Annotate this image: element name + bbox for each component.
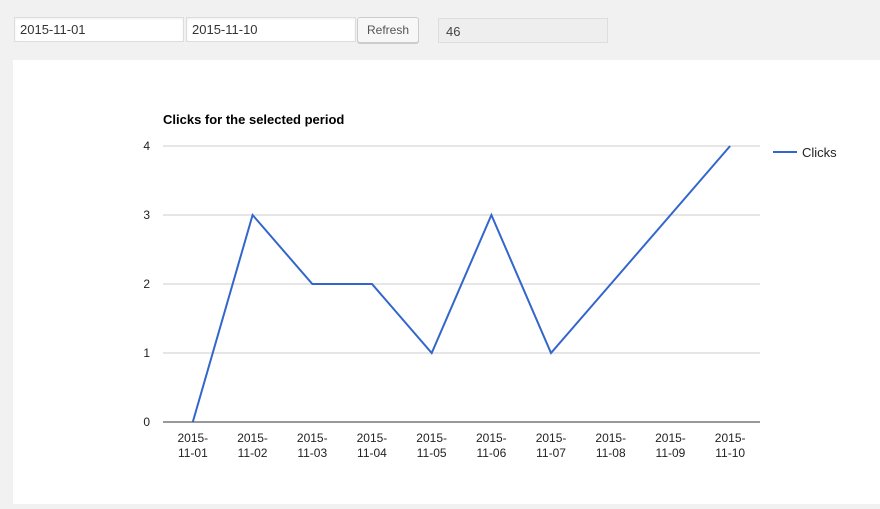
y-tick-label: 4 — [143, 139, 150, 153]
x-tick-label: 2015-11-03 — [297, 431, 328, 460]
x-tick-label: 2015-11-09 — [655, 431, 686, 460]
x-tick-label: 2015-11-04 — [357, 431, 388, 460]
chart-panel: Clicks for the selected period 0 1 2 3 4 2015… — [13, 60, 880, 504]
chart-title: Clicks for the selected period — [163, 112, 344, 127]
legend-label: Clicks — [802, 145, 837, 160]
y-tick-label: 3 — [143, 208, 150, 222]
x-tick-label: 2015-11-07 — [536, 431, 567, 460]
date-range-toolbar: Refresh 46 — [0, 0, 880, 60]
total-clicks-field: 46 — [438, 18, 608, 43]
x-tick-label: 2015-11-10 — [715, 431, 746, 460]
x-tick-label: 2015-11-06 — [476, 431, 507, 460]
x-tick-label: 2015-11-01 — [177, 431, 208, 460]
x-tick-label: 2015-11-08 — [595, 431, 626, 460]
y-tick-label: 2 — [143, 277, 150, 291]
clicks-line-chart: Clicks for the selected period 0 1 2 3 4 2015… — [143, 112, 837, 460]
x-tick-label: 2015-11-05 — [416, 431, 447, 460]
start-date-input[interactable] — [14, 17, 184, 42]
refresh-button[interactable]: Refresh — [357, 17, 419, 43]
y-tick-label: 0 — [143, 415, 150, 429]
y-tick-label: 1 — [143, 346, 150, 360]
x-tick-label: 2015-11-02 — [237, 431, 268, 460]
end-date-input[interactable] — [186, 17, 356, 42]
